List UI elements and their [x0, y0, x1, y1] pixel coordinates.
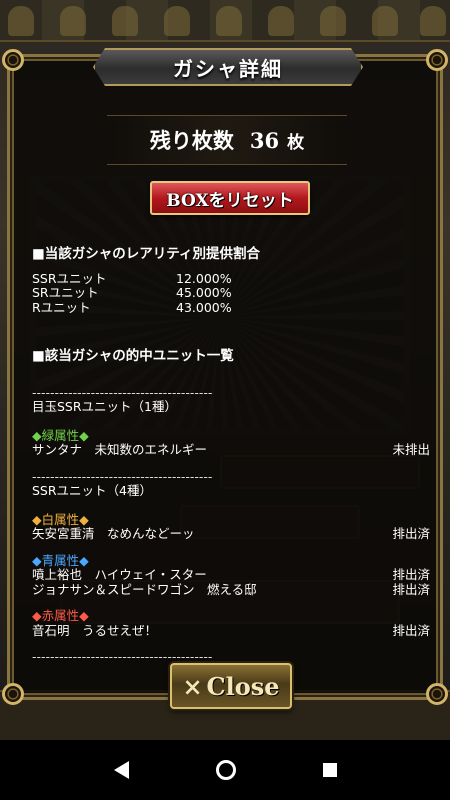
frame-corner-ornament: [426, 49, 448, 71]
detail-content: ■当該ガシャのレアリティ別提供割合 SSRユニット 12.000% SRユニット…: [32, 247, 432, 667]
unit-row: 噴上裕也 ハイウェイ・スター 排出済: [32, 567, 432, 583]
remaining-label: 残り枚数: [149, 128, 234, 153]
gacha-detail-dialog: ガシャ詳細 残り枚数 36 枚 BOXをリセット ■当該ガシャのレアリティ別提供…: [2, 54, 448, 709]
rarity-name: Rユニット: [32, 299, 91, 315]
frame-corner-ornament: [2, 49, 24, 71]
close-button[interactable]: × Close: [170, 663, 292, 709]
unit-status: 排出済: [392, 526, 430, 541]
unit-status: 排出済: [392, 581, 430, 597]
close-label: Close: [206, 671, 280, 701]
unit-row: 音石明 うるせえぜ！ 排出済: [32, 622, 432, 639]
unit-name: サンタナ 未知数のエネルギー: [32, 442, 208, 457]
box-reset-label: BOXをリセット: [166, 190, 294, 211]
remaining-unit: 枚: [287, 132, 305, 153]
unit-name: 矢安宮重清 なめんなどーッ: [32, 526, 195, 541]
unit-status: 排出済: [392, 567, 430, 582]
rarity-row: SSRユニット 12.000%: [32, 270, 432, 287]
box-reset-button[interactable]: BOXをリセット: [150, 181, 310, 215]
frame-corner-ornament: [2, 683, 24, 705]
rarity-rate: 43.000%: [176, 299, 232, 315]
unit-row: 矢安宮重清 なめんなどーッ 排出済: [32, 526, 432, 542]
remaining-count-panel: 残り枚数 36 枚: [107, 115, 347, 165]
rarity-name: SRユニット: [32, 285, 99, 300]
unit-row: ジョナサン＆スピードワゴン 燃える邸 排出済: [32, 581, 432, 598]
recent-apps-icon[interactable]: [322, 763, 337, 777]
ssr-heading: SSRユニット（4種）: [32, 483, 153, 498]
unit-status: 未排出: [392, 442, 430, 457]
unit-name: 噴上裕也 ハイウェイ・スター: [32, 567, 207, 582]
rarity-name: SSRユニット: [32, 270, 107, 286]
rarity-row: SRユニット 45.000%: [32, 285, 432, 301]
divider: ----------------------------------------: [32, 469, 213, 484]
rarity-heading: ■当該ガシャのレアリティ別提供割合: [32, 246, 260, 262]
rarity-row: Rユニット 43.000%: [32, 299, 432, 316]
frame-corner-ornament: [426, 683, 448, 705]
back-icon[interactable]: [113, 761, 129, 779]
top-decoration-strip: [0, 0, 450, 42]
dialog-title: ガシャ詳細: [173, 56, 283, 81]
attribute-label-red: ◆赤属性◆: [32, 608, 89, 623]
dialog-title-plate: ガシャ詳細: [93, 48, 363, 86]
unit-row: サンタナ 未知数のエネルギー 未排出: [32, 442, 432, 458]
unit-name: 音石明 うるせえぜ！: [32, 622, 158, 638]
divider: ----------------------------------------: [32, 385, 213, 400]
attribute-label-green: ◆緑属性◆: [32, 427, 89, 443]
unit-status: 排出済: [392, 622, 430, 638]
close-icon: ×: [182, 671, 203, 701]
unit-name: ジョナサン＆スピードワゴン 燃える邸: [32, 581, 257, 597]
hit-units-heading: ■該当ガシャの的中ユニット一覧: [32, 348, 234, 364]
attribute-label-blue: ◆青属性◆: [32, 552, 89, 568]
rarity-rate: 12.000%: [176, 270, 232, 286]
rarity-rate: 45.000%: [176, 285, 232, 300]
home-icon[interactable]: [215, 760, 236, 780]
system-navigation-bar: [0, 740, 450, 800]
attribute-label-white: ◆白属性◆: [32, 511, 89, 527]
remaining-count: 36: [249, 127, 280, 153]
featured-ssr-heading: 目玉SSRユニット（1種）: [32, 399, 178, 414]
